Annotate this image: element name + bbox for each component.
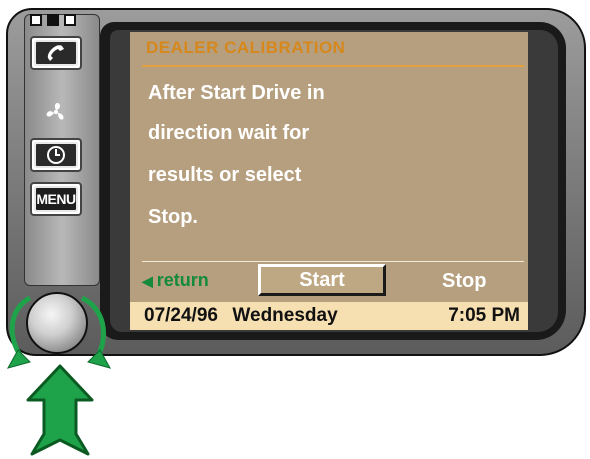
menu-button[interactable]: MENU	[30, 182, 82, 216]
message-line-4: Stop.	[148, 206, 198, 228]
back-triangle-icon: ◀	[142, 273, 153, 289]
title-divider	[142, 65, 524, 67]
rotary-knob[interactable]	[26, 292, 88, 354]
stop-label: Stop	[442, 270, 487, 292]
status-bar: 07/24/96 Wednesday 7:05 PM	[130, 302, 528, 330]
return-label: return	[156, 270, 209, 290]
clock-button[interactable]	[30, 138, 82, 172]
stop-button[interactable]: Stop	[442, 270, 486, 293]
message-line-1: After Start Drive in	[148, 82, 325, 104]
push-up-arrow-icon[interactable]	[22, 362, 98, 458]
indicator-light-3	[64, 14, 76, 26]
indicator-light-1	[30, 14, 42, 26]
menu-button-label: MENU	[34, 186, 78, 212]
display-screen: DEALER CALIBRATION After Start Drive in …	[130, 32, 528, 330]
clock-icon	[47, 146, 65, 164]
start-label: Start	[299, 268, 345, 291]
indicator-light-2	[47, 14, 59, 26]
screen-title: DEALER CALIBRATION	[146, 38, 346, 57]
status-time: 7:05 PM	[448, 305, 520, 326]
status-date: 07/24/96	[144, 305, 218, 326]
phone-button[interactable]	[30, 36, 82, 70]
fan-icon[interactable]	[40, 98, 72, 126]
phone-handset-icon	[47, 45, 64, 61]
message-line-3: results or select	[148, 164, 302, 186]
return-button[interactable]: ◀ return	[142, 270, 209, 291]
message-line-2: direction wait for	[148, 122, 310, 144]
start-button[interactable]: Start	[258, 264, 386, 296]
action-divider	[142, 261, 524, 262]
status-day: Wednesday	[232, 305, 338, 326]
